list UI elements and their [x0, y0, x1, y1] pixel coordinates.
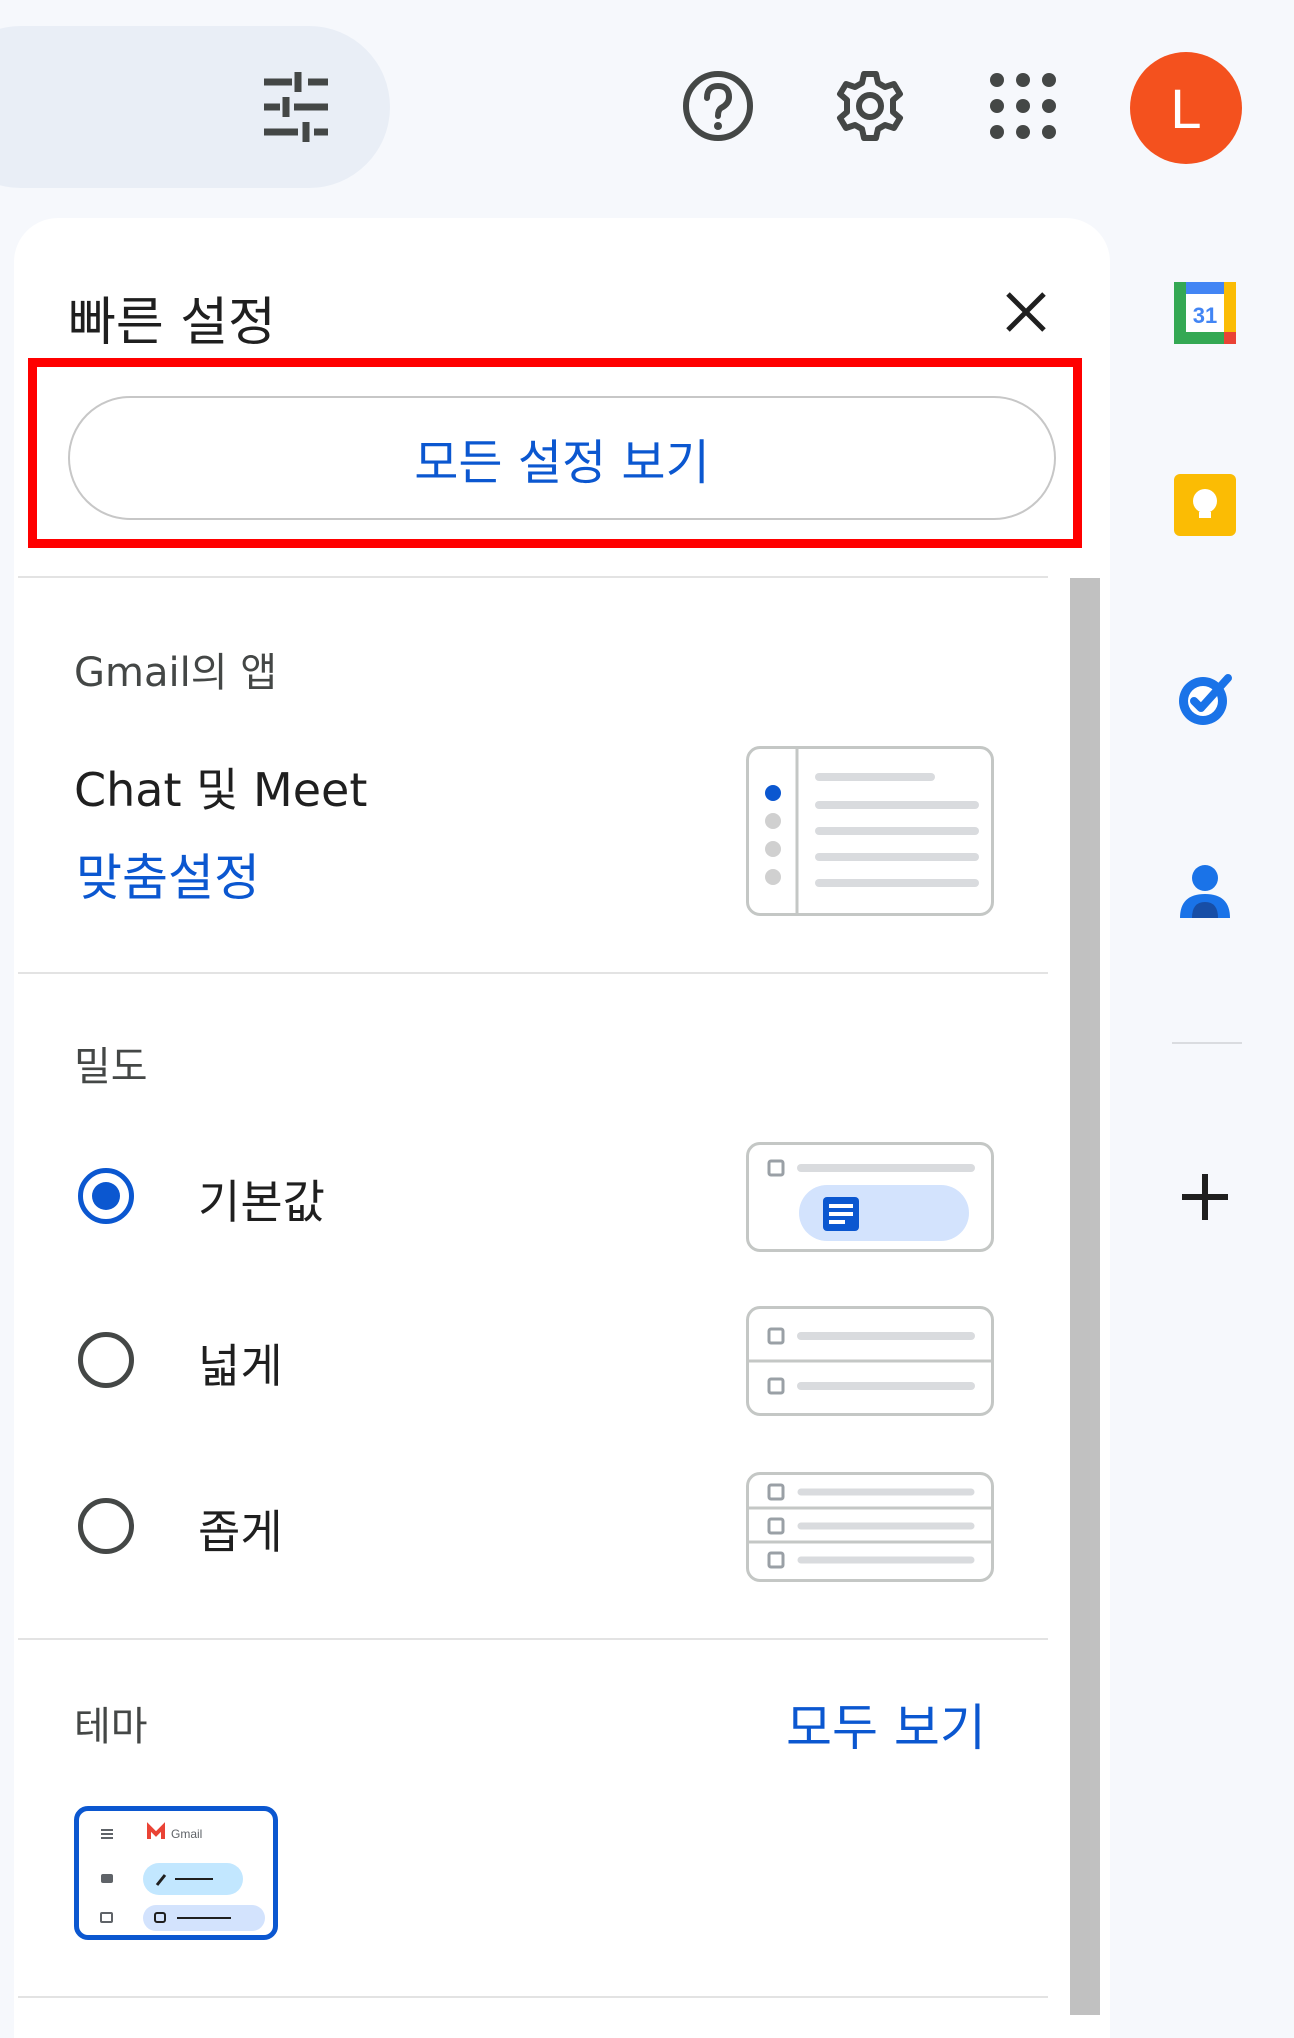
theme-section-label: 테마 [74, 1704, 148, 1750]
all-settings-button[interactable]: 모든 설정 보기 [68, 396, 1056, 520]
add-icon[interactable] [1172, 1164, 1238, 1230]
chat-meet-preview [746, 746, 994, 916]
close-icon[interactable] [994, 280, 1058, 344]
customize-link[interactable]: 맞춤설정 [76, 838, 260, 910]
scrollbar[interactable] [1070, 578, 1100, 2015]
panel-title: 빠른 설정 [68, 293, 276, 353]
settings-gear-icon[interactable] [832, 68, 908, 144]
theme-default-thumbnail[interactable]: Gmail [74, 1806, 278, 1940]
contacts-icon[interactable] [1172, 858, 1238, 924]
avatar[interactable]: L [1130, 52, 1242, 164]
density-default-preview [746, 1142, 994, 1252]
calendar-icon[interactable]: 31 [1172, 280, 1238, 346]
search-options-icon[interactable] [258, 72, 334, 142]
density-section-label: 밀도 [74, 1044, 148, 1090]
apps-section-label: Gmail의 앱 [74, 650, 278, 696]
density-compact-label: 좁게 [198, 1505, 283, 1559]
tasks-icon[interactable] [1172, 666, 1238, 732]
help-icon[interactable] [680, 68, 756, 144]
density-comfortable-label: 넓게 [198, 1339, 283, 1393]
density-default-label: 기본값 [198, 1175, 325, 1229]
density-comfortable-radio[interactable] [78, 1332, 134, 1388]
divider [18, 972, 1048, 974]
side-panel-divider [1172, 1042, 1242, 1044]
density-compact-radio[interactable] [78, 1498, 134, 1554]
divider [18, 576, 1048, 578]
theme-thumb-brand: Gmail [171, 1827, 202, 1841]
divider [18, 1996, 1048, 1998]
density-comfortable-preview [746, 1306, 994, 1416]
keep-icon[interactable] [1172, 472, 1238, 538]
density-default-radio[interactable] [78, 1168, 134, 1224]
view-all-themes-link[interactable]: 모두 보기 [786, 1688, 986, 1760]
density-compact-preview [746, 1472, 994, 1582]
apps-grid-icon[interactable] [985, 68, 1061, 144]
divider [18, 1638, 1048, 1640]
chat-meet-label: Chat 및 Meet [74, 763, 368, 817]
calendar-day-number: 31 [1193, 303, 1217, 328]
